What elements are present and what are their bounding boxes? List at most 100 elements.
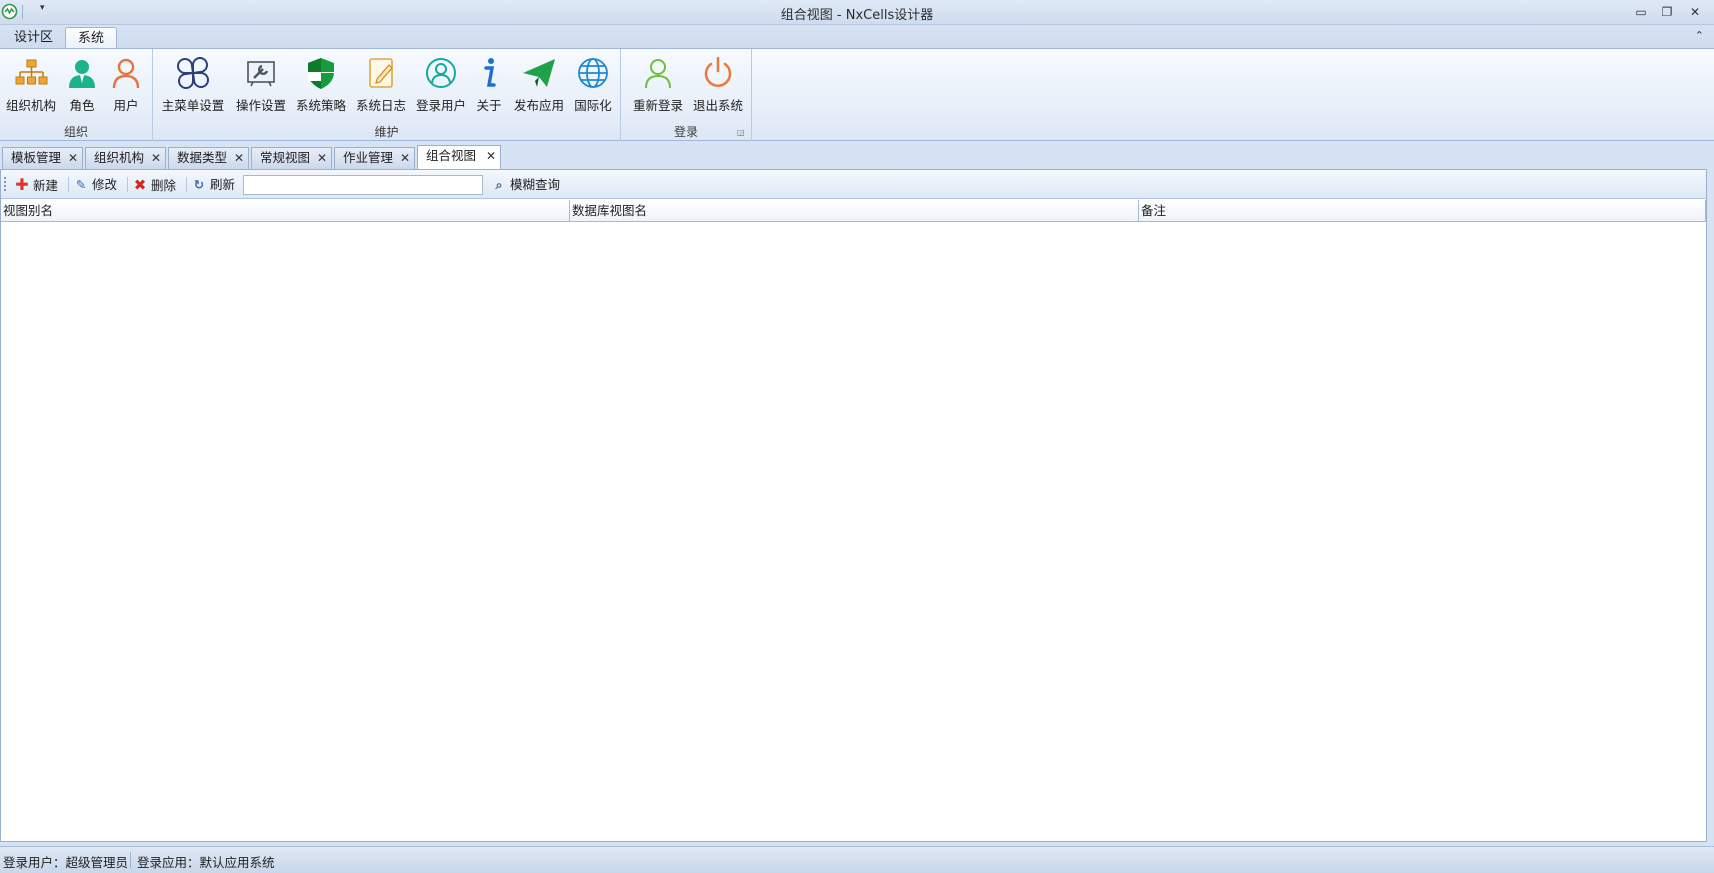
role-label: 角色 <box>69 98 95 113</box>
about-label: 关于 <box>476 98 502 113</box>
i18n-button[interactable]: 国际化 <box>569 53 617 119</box>
new-button[interactable]: ✚ 新建 <box>14 175 58 195</box>
pencil-icon: ✎ <box>75 177 87 192</box>
ribbon-group-login: 重新登录 退出系统 登录 ◲ <box>621 49 752 141</box>
status-separator <box>130 852 131 868</box>
plus-icon: ✚ <box>15 175 29 194</box>
close-tab-icon[interactable]: ✕ <box>317 148 327 168</box>
exit-system-label: 退出系统 <box>692 98 743 113</box>
logged-user-icon <box>426 58 456 88</box>
doc-tab-org-structure[interactable]: 组织机构 ✕ <box>85 147 166 169</box>
doc-tab-template-management[interactable]: 模板管理 ✕ <box>2 147 83 169</box>
refresh-label: 刷新 <box>210 177 236 192</box>
composite-view-panel: ✚ 新建 ✎ 修改 ✖ 删除 ↻ 刷新 ⌕ 模糊查询 视图别名 数据库视图名 备注 <box>0 169 1707 842</box>
info-icon <box>484 58 496 87</box>
doc-tab-label: 模板管理 <box>11 150 62 165</box>
role-icon <box>69 60 95 88</box>
close-window-button[interactable]: ✕ <box>1684 2 1706 22</box>
delete-label: 删除 <box>151 178 177 193</box>
ribbon-group-organization: 组织机构 角色 用户 组织 <box>0 49 153 141</box>
ribbon-group-maintenance: 主菜单设置 操作设置 系统策略 系统日志 登录用户 关于 发布应用 国际化 维护 <box>153 49 621 141</box>
close-tab-icon[interactable]: ✕ <box>68 148 78 168</box>
doc-tab-regular-view[interactable]: 常规视图 ✕ <box>251 147 332 169</box>
ribbon-tab-design[interactable]: 设计区 <box>2 27 65 49</box>
column-header-remarks[interactable]: 备注 <box>1139 200 1706 222</box>
system-log-button[interactable]: 系统日志 <box>353 53 409 119</box>
publish-app-button[interactable]: 发布应用 <box>511 53 567 119</box>
paper-plane-icon <box>523 59 555 87</box>
doc-tab-label: 作业管理 <box>343 150 394 165</box>
window-title: 组合视图 - NxCells设计器 <box>780 8 934 23</box>
exit-system-button[interactable]: 退出系统 <box>689 53 747 119</box>
grid-toolbar: ✚ 新建 ✎ 修改 ✖ 删除 ↻ 刷新 ⌕ 模糊查询 <box>1 170 1706 199</box>
user-button[interactable]: 用户 <box>104 53 148 119</box>
doc-tab-label: 数据类型 <box>177 150 228 165</box>
document-tab-strip: 模板管理 ✕ 组织机构 ✕ 数据类型 ✕ 常规视图 ✕ 作业管理 ✕ 组合视图 … <box>0 144 1714 169</box>
grid-body[interactable] <box>1 222 1706 841</box>
doc-tab-job-management[interactable]: 作业管理 ✕ <box>334 147 415 169</box>
user-label: 用户 <box>113 98 139 113</box>
restore-button[interactable]: ❐ <box>1656 2 1678 22</box>
group-label-maintenance: 维护 <box>374 125 399 139</box>
column-header-view-alias[interactable]: 视图别名 <box>1 200 570 222</box>
system-policy-button[interactable]: 系统策略 <box>293 53 349 119</box>
edit-label: 修改 <box>92 177 118 192</box>
i18n-label: 国际化 <box>574 98 612 113</box>
column-header-db-view-name[interactable]: 数据库视图名 <box>570 200 1139 222</box>
power-icon <box>704 56 732 87</box>
about-button[interactable]: 关于 <box>469 53 509 119</box>
operation-settings-label: 操作设置 <box>235 98 286 113</box>
status-login-user: 登录用户：超级管理员 <box>3 855 129 870</box>
close-tab-icon[interactable]: ✕ <box>486 146 496 166</box>
refresh-icon: ↻ <box>193 177 205 192</box>
logged-in-users-label: 登录用户 <box>415 98 466 113</box>
main-menu-settings-label: 主菜单设置 <box>161 98 225 113</box>
doc-tab-label: 常规视图 <box>260 150 311 165</box>
group-label-login: 登录 <box>673 125 698 139</box>
refresh-button[interactable]: ↻ 刷新 <box>191 175 235 195</box>
role-button[interactable]: 角色 <box>62 53 102 119</box>
toolbar-separator <box>68 177 69 192</box>
close-tab-icon[interactable]: ✕ <box>234 148 244 168</box>
title-bar: ▾ 组合视图 - NxCells设计器 ▭ ❐ ✕ <box>0 0 1714 25</box>
ribbon-tab-strip: 设计区 系统 ⌃ <box>0 25 1714 49</box>
main-menu-settings-button[interactable]: 主菜单设置 <box>161 53 225 119</box>
doc-tab-label: 组合视图 <box>426 148 477 163</box>
org-structure-button[interactable]: 组织机构 <box>4 53 58 119</box>
edit-button[interactable]: ✎ 修改 <box>73 175 117 195</box>
operation-settings-icon <box>247 61 275 87</box>
relogin-button[interactable]: 重新登录 <box>629 53 687 119</box>
doc-tab-label: 组织机构 <box>94 150 145 165</box>
org-structure-label: 组织机构 <box>5 98 56 113</box>
toolbar-separator <box>186 177 187 192</box>
toolbar-separator <box>127 177 128 192</box>
toolbar-grip[interactable] <box>4 177 6 191</box>
system-log-label: 系统日志 <box>355 98 406 113</box>
doc-tab-data-types[interactable]: 数据类型 ✕ <box>168 147 249 169</box>
system-policy-label: 系统策略 <box>295 98 346 113</box>
operation-settings-button[interactable]: 操作设置 <box>233 53 289 119</box>
status-login-app: 登录应用：默认应用系统 <box>137 855 275 870</box>
logged-in-users-button[interactable]: 登录用户 <box>411 53 471 119</box>
log-icon <box>369 58 393 88</box>
ribbon-tab-system[interactable]: 系统 <box>65 27 118 49</box>
status-bar: 登录用户：超级管理员 登录应用：默认应用系统 <box>0 846 1714 873</box>
minimize-button[interactable]: ▭ <box>1630 2 1652 22</box>
globe-icon <box>578 58 608 88</box>
close-tab-icon[interactable]: ✕ <box>400 148 410 168</box>
menu-settings-icon <box>177 57 209 89</box>
group-label-organization: 组织 <box>63 125 88 139</box>
search-input[interactable] <box>243 175 483 195</box>
new-label: 新建 <box>33 178 59 193</box>
publish-app-label: 发布应用 <box>513 98 564 113</box>
dialog-launcher-icon[interactable]: ◲ <box>737 129 745 137</box>
user-icon <box>112 58 140 89</box>
ribbon-collapse-icon[interactable]: ⌃ <box>1695 29 1704 42</box>
doc-tab-composite-view[interactable]: 组合视图 ✕ <box>417 145 501 169</box>
relogin-label: 重新登录 <box>632 98 683 113</box>
search-icon: ⌕ <box>495 177 503 192</box>
fuzzy-query-button[interactable]: ⌕ 模糊查询 <box>491 175 560 195</box>
ribbon-panel: 组织机构 角色 用户 组织 主菜单设置 操作设置 系统策略 系统日志 登录用户 … <box>0 48 1714 141</box>
close-tab-icon[interactable]: ✕ <box>151 148 161 168</box>
delete-button[interactable]: ✖ 删除 <box>132 175 176 195</box>
